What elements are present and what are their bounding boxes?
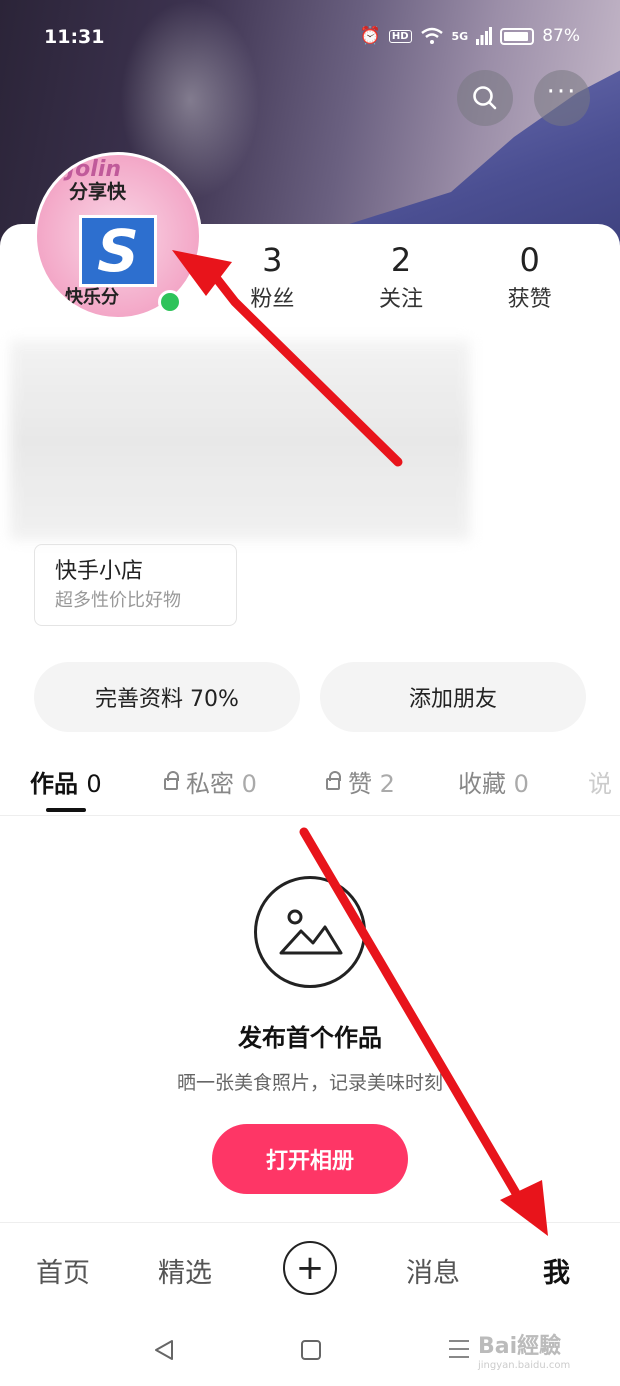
more-icon: ··· bbox=[546, 77, 578, 107]
tab-label: 作品 bbox=[30, 770, 78, 798]
baidu-watermark: Bai經驗 jingyan.baidu.com bbox=[478, 1328, 570, 1371]
home-icon[interactable] bbox=[301, 1340, 321, 1360]
tab-works[interactable]: 作品 0 bbox=[30, 764, 102, 799]
tab-favorites[interactable]: 收藏 0 bbox=[458, 764, 529, 799]
stat-label: 获赞 bbox=[507, 287, 552, 312]
wifi-icon bbox=[420, 27, 443, 44]
signal-bars-icon bbox=[476, 27, 493, 45]
hd-icon: HD bbox=[388, 29, 412, 43]
tab-label: 私密 bbox=[186, 770, 234, 798]
open-album-button[interactable]: 打开相册 bbox=[212, 1124, 408, 1194]
create-button[interactable]: + bbox=[283, 1241, 337, 1295]
tab-count: 0 bbox=[86, 770, 102, 798]
tab-label: 收藏 bbox=[458, 770, 506, 798]
tab-private[interactable]: 私密 0 bbox=[164, 764, 257, 799]
alarm-icon: ⏰ bbox=[359, 26, 381, 46]
more-button[interactable]: ··· bbox=[534, 70, 590, 126]
profile-stats: 3 粉丝 2 关注 0 获赞 bbox=[208, 238, 594, 318]
empty-state-subtitle: 晒一张美食照片，记录美味时刻 bbox=[176, 1072, 443, 1094]
avatar-text-bottom: 快乐分 bbox=[65, 287, 119, 308]
back-icon[interactable] bbox=[152, 1338, 176, 1362]
stat-followers[interactable]: 3 粉丝 bbox=[208, 238, 337, 318]
blurred-profile-info bbox=[10, 340, 470, 540]
complete-profile-button[interactable]: 完善资料 70% bbox=[34, 662, 300, 732]
avatar-text-top: 分享快 bbox=[69, 181, 127, 203]
stat-value: 0 bbox=[519, 241, 540, 279]
tab-count: 0 bbox=[513, 770, 529, 798]
watermark-url: jingyan.baidu.com bbox=[478, 1360, 571, 1371]
tab-active-indicator bbox=[46, 808, 86, 812]
lock-icon bbox=[164, 771, 179, 790]
stat-following[interactable]: 2 关注 bbox=[337, 238, 466, 318]
picture-icon bbox=[254, 876, 366, 988]
stat-label: 关注 bbox=[379, 287, 424, 312]
search-button[interactable] bbox=[457, 70, 513, 126]
shop-title: 快手小店 bbox=[55, 559, 144, 584]
status-bar: 11:31 ⏰ HD 5G 87% bbox=[0, 0, 620, 76]
nav-me[interactable]: 我 bbox=[543, 1251, 570, 1290]
online-status-dot bbox=[158, 290, 182, 314]
avatar-logo: S bbox=[79, 215, 157, 287]
search-icon bbox=[473, 86, 497, 110]
plus-icon: + bbox=[295, 1248, 325, 1288]
stat-value: 3 bbox=[262, 241, 283, 279]
lock-icon bbox=[326, 771, 341, 790]
watermark-brand: Bai經驗 bbox=[478, 1334, 562, 1359]
tab-count: 0 bbox=[241, 770, 257, 798]
nav-home[interactable]: 首页 bbox=[36, 1251, 90, 1290]
signal-icon: 5G bbox=[451, 29, 469, 43]
shop-subtitle: 超多性价比好物 bbox=[55, 590, 181, 611]
battery-icon bbox=[500, 27, 535, 45]
stat-likes[interactable]: 0 获赞 bbox=[465, 238, 594, 318]
tab-say[interactable]: 说 bbox=[588, 764, 612, 799]
shop-card[interactable]: 快手小店 超多性价比好物 bbox=[34, 544, 237, 626]
tab-liked[interactable]: 赞 2 bbox=[326, 764, 395, 799]
content-tabs: 作品 0 私密 0 赞 2 收藏 0 说 bbox=[0, 752, 620, 816]
status-time: 11:31 bbox=[44, 26, 105, 48]
empty-state-title: 发布首个作品 bbox=[238, 1024, 382, 1052]
bottom-nav: 首页 精选 + 消息 我 bbox=[0, 1222, 620, 1314]
tab-label: 赞 bbox=[348, 770, 372, 798]
add-friend-button[interactable]: 添加朋友 bbox=[320, 662, 586, 732]
tab-count: 2 bbox=[379, 770, 395, 798]
picture-glyph bbox=[279, 909, 343, 955]
stat-value: 2 bbox=[390, 241, 412, 279]
stat-label: 粉丝 bbox=[250, 287, 295, 312]
nav-messages[interactable]: 消息 bbox=[406, 1251, 460, 1290]
menu-icon[interactable] bbox=[448, 1338, 470, 1360]
system-nav-bar: Bai經驗 jingyan.baidu.com bbox=[0, 1314, 620, 1386]
status-icons: ⏰ HD 5G 87% bbox=[360, 26, 580, 46]
battery-percent: 87% bbox=[542, 26, 580, 46]
nav-featured[interactable]: 精选 bbox=[158, 1251, 212, 1290]
tab-label: 说 bbox=[588, 770, 612, 798]
